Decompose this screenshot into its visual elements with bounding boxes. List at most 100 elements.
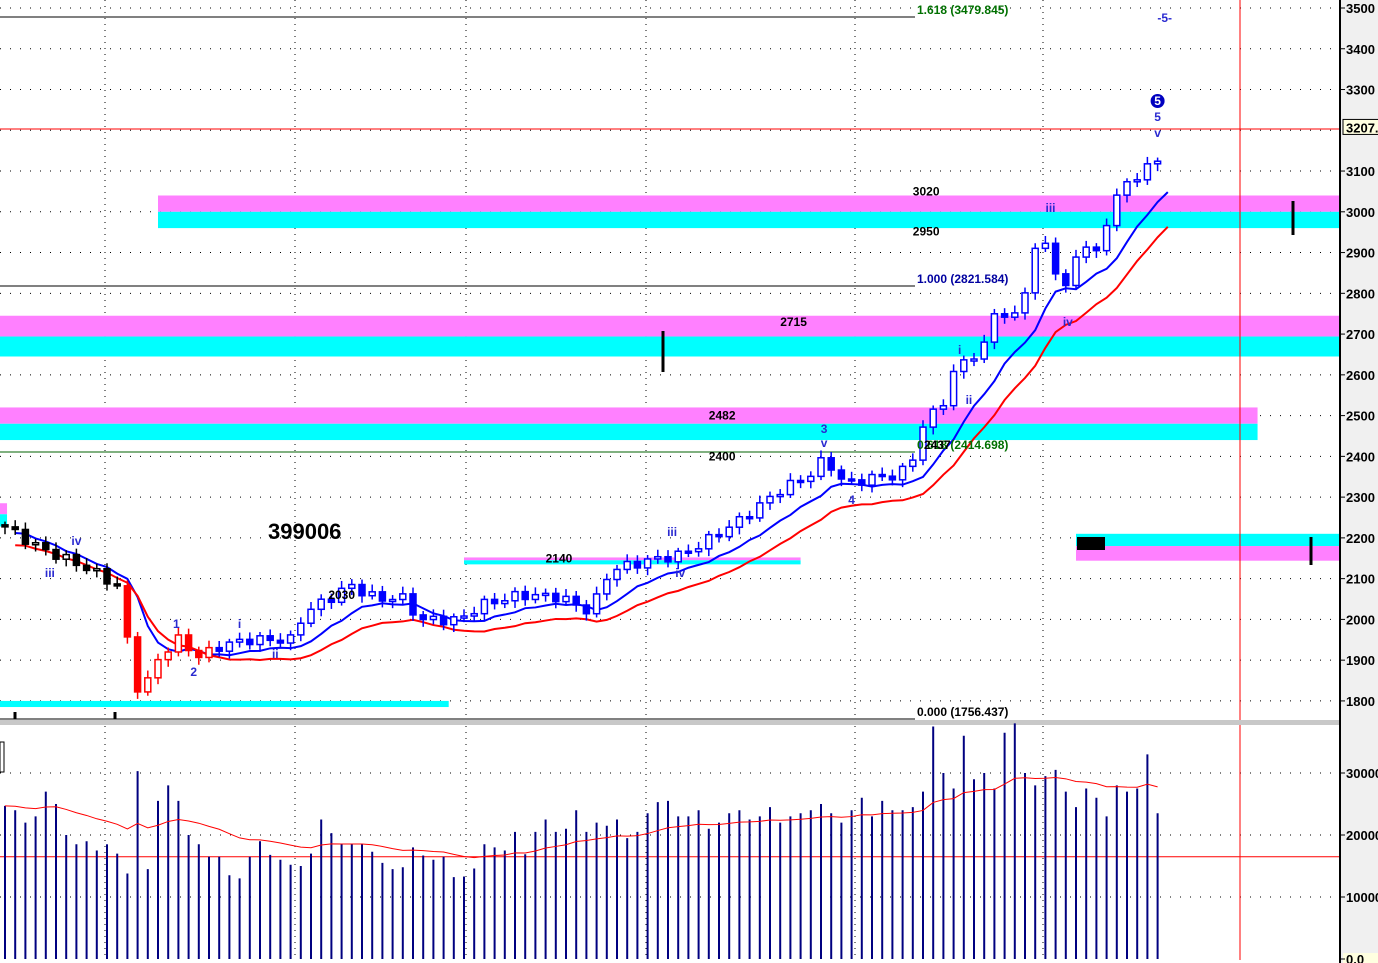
axis-tick-label: 2500 (1346, 409, 1375, 424)
axis-tick-label: 1900 (1346, 653, 1375, 668)
candle-body (205, 646, 213, 659)
wave-label: 4 (848, 493, 855, 507)
axis-tick-label: 2600 (1346, 368, 1375, 383)
level-label: 2140 (546, 551, 573, 565)
candle-body (297, 622, 305, 636)
wave-label: v (1154, 126, 1161, 140)
candle-body (674, 550, 682, 563)
candle-body (1153, 160, 1162, 165)
axis-tick-label: 2300 (1346, 490, 1375, 505)
wave-label: iv (1063, 315, 1073, 329)
candle-body (235, 638, 244, 643)
candle-body (939, 404, 948, 410)
axis-tick-label: 3300 (1346, 83, 1375, 98)
candle-body (133, 636, 142, 693)
candle-body (113, 583, 121, 587)
candle-body (633, 560, 642, 569)
wave-label: 5 (1154, 110, 1161, 124)
candle-body (72, 553, 81, 567)
current-price-label: 3207. (1346, 120, 1378, 135)
zone-band (0, 700, 449, 708)
candle-body (929, 408, 937, 428)
candle-body (694, 548, 703, 553)
candle-body (21, 528, 30, 545)
candle-body (388, 598, 397, 603)
candle-body (266, 635, 274, 642)
candle-body (276, 639, 285, 644)
axis-tick-label: 2900 (1346, 246, 1375, 261)
price-axis[interactable]: 3500 3400 3300 3207. 3100 3000 2900 2800 2700 260… (1339, 0, 1378, 963)
candle-body (419, 614, 427, 621)
axis-tick-label: 3400 (1346, 42, 1375, 57)
candle-body (1102, 224, 1111, 252)
zone-band-lower (158, 211, 1340, 229)
candle-body (643, 558, 652, 569)
candle-body (480, 598, 489, 615)
wave-label: ii (966, 393, 973, 407)
candle-body (592, 593, 601, 615)
candle-body (909, 459, 917, 468)
candle-body (378, 591, 387, 602)
candle-body (501, 600, 509, 605)
candle-body (62, 553, 70, 560)
candle-body (1062, 273, 1070, 287)
candle-body (623, 560, 631, 571)
candle-body (572, 595, 580, 606)
axis-background (1340, 0, 1378, 963)
wave-label: iii (667, 525, 677, 539)
axis-tick-label: 2000 (1346, 612, 1375, 627)
wave-circle-label: 5 (1154, 94, 1161, 108)
axis-tick-label: 3000 (1346, 205, 1375, 220)
candle-body (103, 567, 111, 585)
candle-body (31, 541, 40, 546)
candle-body (358, 583, 366, 597)
candle-body (429, 615, 438, 621)
candle-body (776, 493, 784, 498)
candle-body (613, 568, 621, 581)
candle-body (949, 370, 958, 407)
fib-label: 1.000 (2821.584) (917, 272, 1008, 286)
candle-body (735, 515, 744, 528)
fib-overlap-label: 2437 (924, 438, 951, 452)
candle-body (460, 615, 468, 619)
candle-body (1051, 242, 1060, 275)
candle-body (1082, 246, 1090, 258)
axis-tick-label: 2100 (1346, 572, 1375, 587)
candle-body (654, 555, 662, 560)
candle-body (174, 634, 183, 653)
zone-band-lower (0, 336, 1340, 357)
candle-body (786, 479, 795, 496)
candle-body (847, 478, 856, 482)
candle-body (286, 634, 295, 644)
stock-chart[interactable]: 1.618 (3479.845)1.000 (2821.584)0.618 (2… (0, 0, 1378, 963)
candle-body (490, 598, 499, 605)
candle-body (93, 567, 101, 572)
candle-body (898, 465, 907, 481)
level-label: 3020 (913, 184, 940, 198)
zone-band-upper (0, 315, 1340, 337)
wave-label: i (238, 617, 241, 631)
zone-band-upper (464, 557, 801, 561)
candle-body (715, 533, 723, 538)
candle-body (603, 578, 611, 595)
wave-label: iii (45, 566, 55, 580)
wave-label: ii (272, 647, 279, 661)
candle-body (1113, 194, 1121, 227)
candle-body (246, 638, 254, 646)
wave-label: 2 (190, 665, 197, 679)
axis-tick-label: 2800 (1346, 286, 1375, 301)
candle-body (766, 495, 774, 504)
volume-axis-label: 20000 (1346, 828, 1378, 843)
candle-body (664, 555, 672, 563)
zone-band-lower (0, 423, 1258, 441)
level-label: 2482 (709, 409, 736, 423)
axis-tick-label: 2400 (1346, 449, 1375, 464)
candle-body (1011, 312, 1019, 318)
zone-marker (1077, 537, 1105, 550)
candle-body (582, 604, 591, 615)
zone-band-upper (0, 407, 1258, 424)
candle-body (52, 548, 60, 560)
wave-label: -5- (1157, 11, 1172, 25)
fib-label: 1.618 (3479.845) (917, 3, 1008, 17)
zone-band-lower (1076, 546, 1340, 561)
